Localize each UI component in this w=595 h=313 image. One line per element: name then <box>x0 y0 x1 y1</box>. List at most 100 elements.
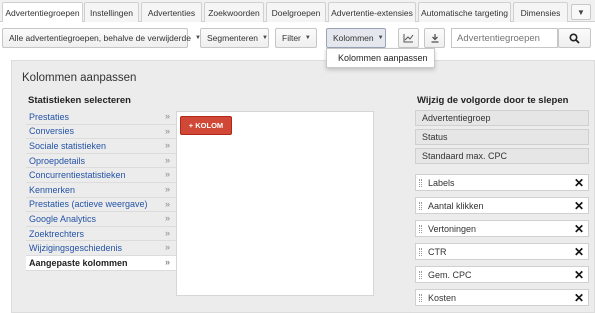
chart-toggle-button[interactable] <box>398 28 419 48</box>
drag-handle-icon[interactable] <box>419 179 422 187</box>
drag-handle-icon[interactable] <box>419 225 422 233</box>
tab-instellingen[interactable]: Instellingen <box>84 2 139 22</box>
columns-button[interactable]: Kolommen ▼ <box>326 28 386 48</box>
chevron-right-icon: » <box>164 140 170 151</box>
close-icon[interactable]: ✕ <box>574 245 584 259</box>
toolbar: Alle advertentiegroepen, behalve de verw… <box>0 22 595 52</box>
close-icon[interactable]: ✕ <box>574 268 584 282</box>
download-button[interactable] <box>424 28 445 48</box>
close-icon[interactable]: ✕ <box>574 176 584 190</box>
custom-columns-box: + KOLOM <box>176 111 374 296</box>
stat-item-label: Aangepaste kolommen <box>29 257 128 268</box>
stat-item-oproepdetails[interactable]: Oproepdetails » <box>26 154 176 169</box>
column-item-label: Gem. CPC <box>428 269 472 280</box>
stat-item-google-analytics[interactable]: Google Analytics » <box>26 212 176 227</box>
fixed-column-item: Status <box>415 129 589 145</box>
stat-item-prestaties-actieve-weergave[interactable]: Prestaties (actieve weergave) » <box>26 198 176 213</box>
download-icon <box>431 34 438 43</box>
column-item-label: Kosten <box>428 292 457 303</box>
column-item-label: Vertoningen <box>428 223 477 234</box>
chevron-right-icon: » <box>164 169 170 180</box>
chevron-right-icon: » <box>164 198 170 209</box>
close-icon[interactable]: ✕ <box>574 222 584 236</box>
stat-item-kenmerken[interactable]: Kenmerken » <box>26 183 176 198</box>
statistics-list: Prestaties » Conversies » Sociale statisti… <box>26 110 176 271</box>
caret-down-icon: ▼ <box>262 35 268 41</box>
segment-button[interactable]: Segmenteren ▼ <box>200 28 269 48</box>
tab-dimensies[interactable]: Dimensies <box>513 2 568 22</box>
stat-item-concurrentiestatistieken[interactable]: Concurrentiestatistieken » <box>26 168 176 183</box>
stat-item-label: Oproepdetails <box>29 155 86 166</box>
add-column-button[interactable]: + KOLOM <box>180 116 232 135</box>
caret-down-icon: ▼ <box>577 7 585 17</box>
drag-handle-icon[interactable] <box>419 248 422 256</box>
caret-down-icon: ▼ <box>304 35 311 41</box>
search-input[interactable] <box>451 28 558 48</box>
stat-item-label: Wijzigingsgeschiedenis <box>29 243 123 254</box>
tab-advertentie-extensies[interactable]: Advertentie-extensies <box>328 2 416 22</box>
drag-handle-icon[interactable] <box>419 202 422 210</box>
tab-bar: Advertentiegroepen Instellingen Adverten… <box>0 0 595 23</box>
stat-item-conversies[interactable]: Conversies » <box>26 125 176 140</box>
column-item-kosten[interactable]: Kosten ✕ <box>415 289 589 306</box>
chevron-right-icon: » <box>164 183 170 194</box>
column-item-label: Labels <box>428 177 455 188</box>
more-tabs-button[interactable]: ▼ <box>571 4 591 20</box>
caret-down-icon: ▼ <box>377 35 384 41</box>
stat-item-label: Concurrentiestatistieken <box>29 170 126 181</box>
stat-item-zoektrechters[interactable]: Zoektrechters » <box>26 227 176 242</box>
line-chart-icon <box>403 34 414 43</box>
column-item-aantal-klikken[interactable]: Aantal klikken ✕ <box>415 197 589 214</box>
columns-dropdown-menu: Kolommen aanpassen <box>326 48 435 68</box>
stat-item-label: Prestaties (actieve weergave) <box>29 199 148 210</box>
tab-automatische-targeting[interactable]: Automatische targeting <box>418 2 511 22</box>
filter-button[interactable]: Filter ▼ <box>275 28 317 48</box>
stat-item-aangepaste-kolommen[interactable]: Aangepaste kolommen » <box>26 255 176 271</box>
stat-item-prestaties[interactable]: Prestaties » <box>26 110 176 125</box>
chevron-right-icon: » <box>164 213 170 224</box>
column-item-gem-cpc[interactable]: Gem. CPC ✕ <box>415 266 589 283</box>
drag-handle-icon[interactable] <box>419 271 422 279</box>
column-item-label: Aantal klikken <box>428 200 484 211</box>
tab-advertenties[interactable]: Advertenties <box>141 2 202 22</box>
columns-label: Kolommen <box>333 33 374 43</box>
column-item-vertoningen[interactable]: Vertoningen ✕ <box>415 220 589 237</box>
fixed-column-item: Advertentiegroep <box>415 110 589 126</box>
stat-item-label: Kenmerken <box>29 184 76 195</box>
stat-item-sociale-statistieken[interactable]: Sociale statistieken » <box>26 139 176 154</box>
stat-item-label: Zoektrechters <box>29 228 85 239</box>
column-item-label: CTR <box>428 246 447 257</box>
stat-item-label: Sociale statistieken <box>29 140 107 151</box>
panel-title: Kolommen aanpassen <box>22 72 137 84</box>
close-icon[interactable]: ✕ <box>574 199 584 213</box>
column-item-labels[interactable]: Labels ✕ <box>415 174 589 191</box>
tab-zoekwoorden[interactable]: Zoekwoorden <box>204 2 264 22</box>
filter-label: Filter <box>282 33 301 43</box>
chevron-right-icon: » <box>164 227 170 238</box>
chevron-right-icon: » <box>164 242 170 253</box>
search-icon <box>569 32 580 44</box>
stat-item-label: Conversies <box>29 126 75 137</box>
search-button[interactable] <box>558 28 591 48</box>
chevron-right-icon: » <box>164 154 170 165</box>
stat-item-wijzigingsgeschiedenis[interactable]: Wijzigingsgeschiedenis » <box>26 241 176 256</box>
chevron-right-icon: » <box>164 125 170 136</box>
segment-label: Segmenteren <box>207 33 259 43</box>
drag-handle-icon[interactable] <box>419 294 422 302</box>
column-item-ctr[interactable]: CTR ✕ <box>415 243 589 260</box>
filter-scope-label: Alle advertentiegroepen, behalve de verw… <box>9 33 191 43</box>
stats-heading: Statistieken selecteren <box>28 95 131 106</box>
customize-columns-panel: Kolommen aanpassen Statistieken selecter… <box>11 60 595 313</box>
close-icon[interactable]: ✕ <box>574 291 584 305</box>
column-order-list: Advertentiegroep Status Standaard max. C… <box>415 110 589 312</box>
fixed-column-item: Standaard max. CPC <box>415 148 589 164</box>
chevron-right-icon: » <box>164 256 170 267</box>
order-heading: Wijzig de volgorde door te slepen <box>417 95 569 106</box>
tab-doelgroepen[interactable]: Doelgroepen <box>266 2 326 22</box>
stat-item-label: Google Analytics <box>29 213 97 224</box>
stat-item-label: Prestaties <box>29 111 70 122</box>
menu-item-customize-columns[interactable]: Kolommen aanpassen <box>338 53 428 63</box>
chevron-right-icon: » <box>164 111 170 121</box>
tab-advertentiegroepen[interactable]: Advertentiegroepen <box>2 2 83 23</box>
filter-scope-dropdown[interactable]: Alle advertentiegroepen, behalve de verw… <box>2 28 201 48</box>
